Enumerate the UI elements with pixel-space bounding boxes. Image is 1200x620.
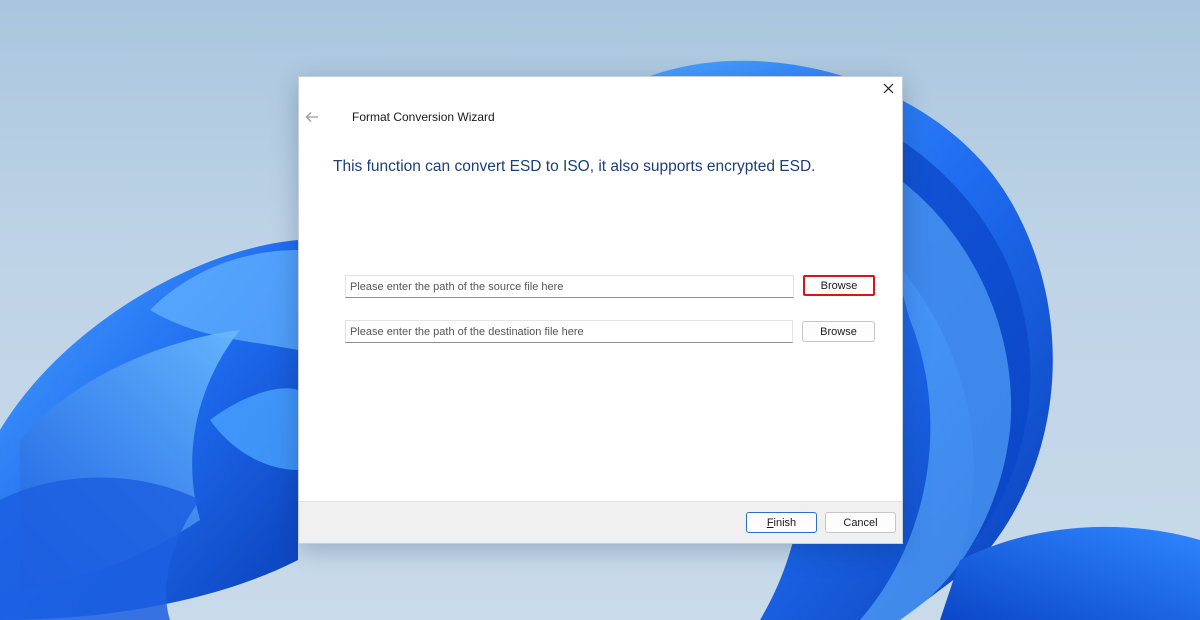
back-arrow-icon <box>305 112 318 122</box>
finish-mnemonic: F <box>766 516 774 529</box>
browse-source-button[interactable]: Browse <box>803 275 875 296</box>
wizard-title: Format Conversion Wizard <box>352 110 495 124</box>
finish-label: inish <box>773 516 797 529</box>
source-path-input[interactable] <box>345 275 794 298</box>
finish-button[interactable]: Finish <box>746 512 817 533</box>
browse-destination-button[interactable]: Browse <box>802 321 875 342</box>
instruction-text: This function can convert ESD to ISO, it… <box>333 158 816 175</box>
destination-path-input[interactable] <box>345 320 793 343</box>
close-button[interactable] <box>876 78 900 98</box>
dialog-footer: Finish Cancel <box>299 501 902 543</box>
back-button[interactable] <box>303 109 321 125</box>
close-icon <box>883 83 893 93</box>
format-conversion-dialog: Format Conversion Wizard This function c… <box>298 76 903 544</box>
cancel-button[interactable]: Cancel <box>825 512 896 533</box>
